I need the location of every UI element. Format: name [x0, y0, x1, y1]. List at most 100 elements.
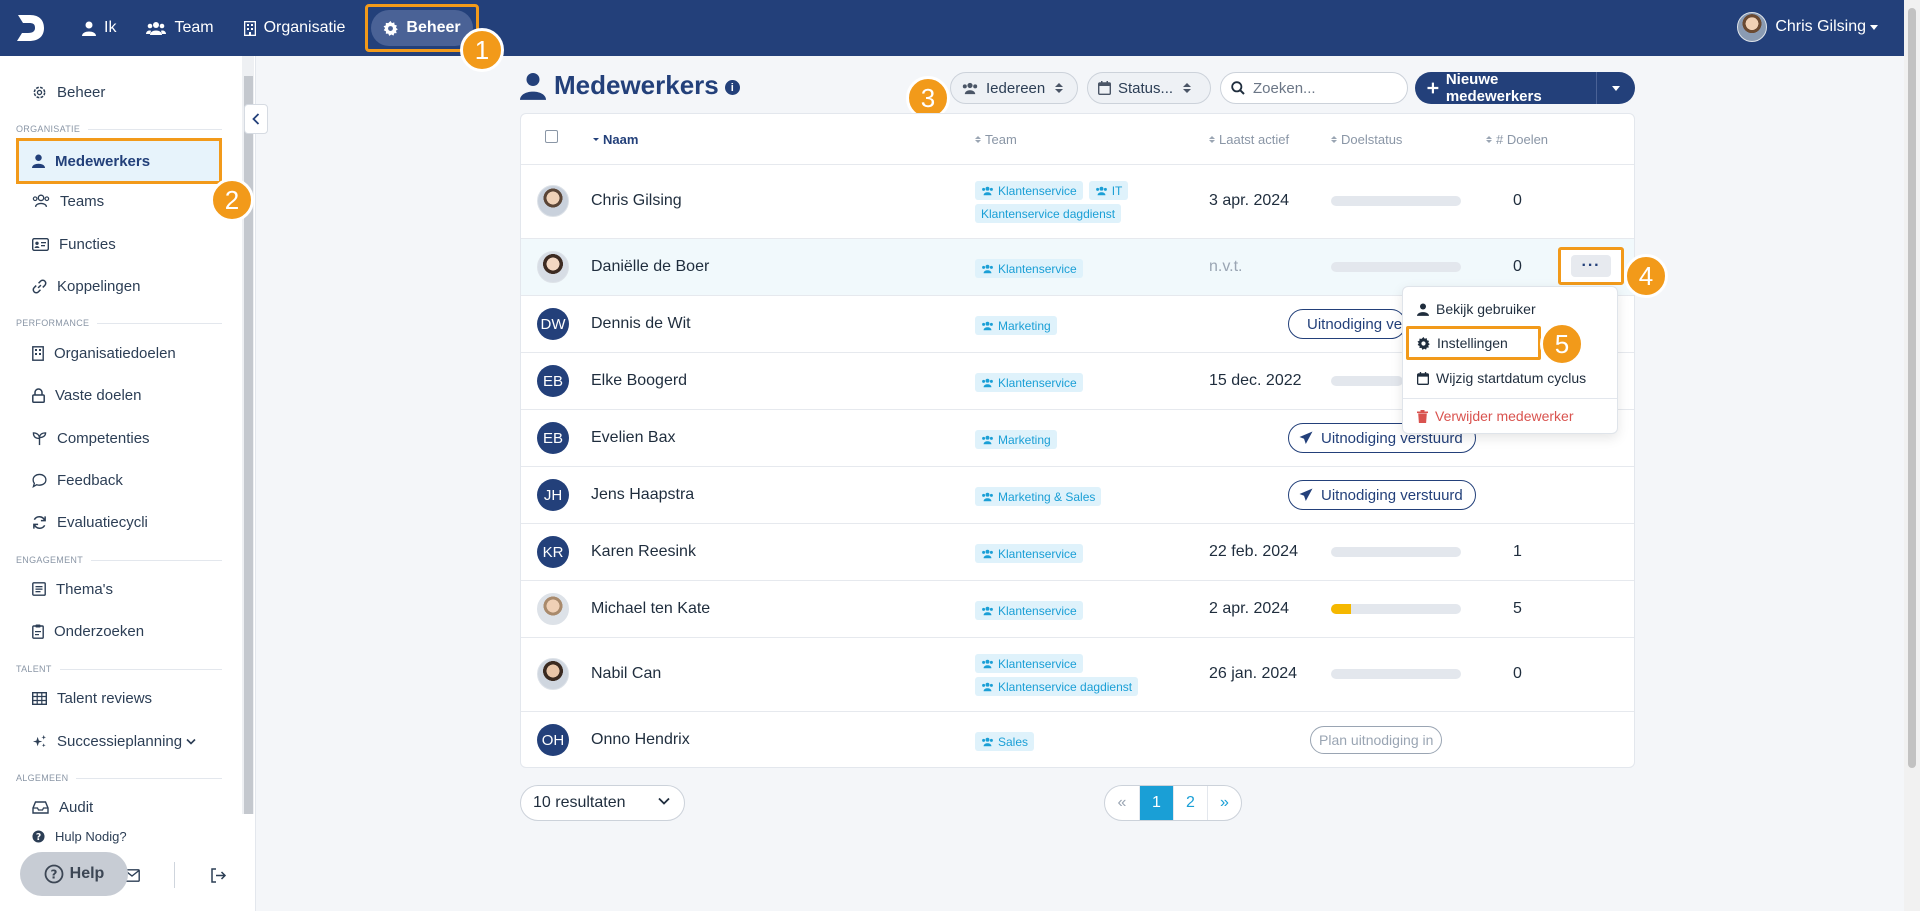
pagination-page-1[interactable]: 1	[1139, 786, 1173, 820]
team-tag-label: Klantenservice	[998, 261, 1077, 276]
table-row[interactable]: Chris Gilsing Klantenservice IT Klantens…	[521, 164, 1634, 238]
filter-status-select[interactable]: Status...	[1087, 72, 1211, 104]
sidebar-item-label: Competenties	[57, 429, 150, 447]
employee-name[interactable]: Elke Boogerd	[591, 372, 687, 390]
column-header-laatst-actief[interactable]: Laatst actief	[1209, 132, 1289, 147]
pagination-prev[interactable]: «	[1105, 786, 1139, 820]
select-all-checkbox[interactable]	[545, 130, 558, 143]
pagination: « 1 2 »	[1104, 785, 1242, 821]
sidebar-item-organisatiedoelen[interactable]: Organisatiedoelen	[16, 333, 222, 373]
nav-beheer[interactable]: Beheer	[371, 10, 473, 46]
employee-avatar	[537, 185, 569, 217]
team-tag: Klantenservice	[975, 181, 1083, 200]
sidebar-scrollbar[interactable]	[242, 56, 254, 814]
last-active: 3 apr. 2024	[1209, 192, 1290, 209]
sidebar-item-feedback[interactable]: Feedback	[16, 460, 222, 500]
sidebar-collapse-button[interactable]	[244, 104, 268, 134]
column-header-naam[interactable]: Naam	[593, 132, 638, 147]
team-tags: Klantenservice IT Klantenservice dagdien…	[975, 181, 1175, 223]
menu-item-change-start-date[interactable]: Wijzig startdatum cyclus	[1417, 366, 1586, 390]
table-row[interactable]: JH Jens Haapstra Marketing & Sales Uitno…	[521, 466, 1634, 523]
sidebar-item-themas[interactable]: Thema's	[16, 569, 222, 609]
sidebar-item-successieplanning[interactable]: Successieplanning	[16, 721, 222, 761]
user-menu[interactable]: Chris Gilsing	[1737, 12, 1878, 42]
sidebar-item-audit[interactable]: Audit	[16, 787, 222, 827]
users-icon	[982, 549, 993, 558]
page-scrollbar[interactable]	[1904, 0, 1920, 911]
users-icon	[982, 682, 993, 691]
menu-item-label: Bekijk gebruiker	[1436, 301, 1536, 317]
pagination-next[interactable]: »	[1207, 786, 1241, 820]
seedling-icon	[32, 431, 47, 445]
logout-icon[interactable]	[210, 868, 227, 883]
calendar-icon	[1098, 81, 1111, 95]
new-employee-button[interactable]: Nieuwe medewerkers	[1415, 71, 1597, 105]
sidebar-item-beheer[interactable]: Beheer	[16, 72, 222, 112]
employee-name[interactable]: Michael ten Kate	[591, 600, 710, 618]
sidebar-item-onderzoeken[interactable]: Onderzoeken	[16, 611, 222, 651]
help-button[interactable]: ? Help	[20, 852, 128, 896]
employee-avatar	[537, 593, 569, 625]
menu-item-delete-employee[interactable]: Verwijder medewerker	[1417, 404, 1574, 428]
invite-sent-badge: Uitnodiging verstuurd	[1288, 480, 1476, 510]
sidebar-item-label: Talent reviews	[57, 689, 153, 707]
table-row[interactable]: Nabil Can Klantenservice Klantenservice …	[521, 637, 1634, 711]
nav-team[interactable]: Team	[134, 10, 225, 46]
page-title-text: Medewerkers	[554, 70, 719, 100]
team-tag: Marketing	[975, 430, 1057, 449]
sidebar-hulp-link[interactable]: ? Hulp Nodig?	[16, 823, 222, 849]
employee-name[interactable]: Evelien Bax	[591, 429, 676, 447]
search-input[interactable]	[1253, 79, 1403, 97]
info-icon[interactable]: i	[724, 80, 740, 95]
row-actions-button[interactable]: ···	[1558, 247, 1624, 285]
new-employee-dropdown-toggle[interactable]	[1597, 85, 1635, 91]
app-logo[interactable]	[14, 12, 46, 44]
step-badge-1: 1	[460, 28, 504, 72]
menu-item-view-user[interactable]: Bekijk gebruiker	[1417, 297, 1536, 321]
sidebar-item-talent-reviews[interactable]: Talent reviews	[16, 678, 222, 718]
sidebar-item-label: Evaluatiecycli	[57, 513, 148, 531]
sidebar-item-label: Feedback	[57, 471, 123, 489]
table-row[interactable]: OH Onno Hendrix Sales Plan uitnodiging i…	[521, 711, 1634, 767]
page-scrollbar-thumb[interactable]	[1908, 8, 1916, 768]
filter-who-select[interactable]: Iedereen	[950, 72, 1078, 104]
results-per-page-select[interactable]: 10 resultaten	[520, 785, 685, 821]
menu-item-settings[interactable]: Instellingen	[1406, 326, 1541, 360]
employee-avatar: KR	[537, 536, 569, 568]
sort-icon	[975, 136, 981, 143]
sidebar-item-functies[interactable]: Functies	[16, 224, 222, 264]
column-header-label: # Doelen	[1496, 132, 1549, 147]
sidebar-item-vaste-doelen[interactable]: Vaste doelen	[16, 375, 222, 415]
sidebar-item-medewerkers[interactable]: Medewerkers	[16, 138, 222, 184]
sidebar-item-koppelingen[interactable]: Koppelingen	[16, 266, 222, 306]
sidebar-item-label: Teams	[60, 192, 105, 210]
column-header-team[interactable]: Team	[975, 132, 1017, 147]
sidebar-item-label: Audit	[59, 798, 94, 816]
employee-name[interactable]: Onno Hendrix	[591, 731, 690, 749]
sidebar-item-teams[interactable]: Teams	[16, 181, 222, 221]
employee-name[interactable]: Nabil Can	[591, 665, 661, 683]
chevron-down-icon	[658, 797, 670, 805]
table-row[interactable]: Michael ten Kate Klantenservice 2 apr. 2…	[521, 580, 1634, 637]
table-row[interactable]: KR Karen Reesink Klantenservice 22 feb. …	[521, 523, 1634, 580]
nav-ik[interactable]: Ik	[70, 10, 128, 46]
paper-plane-icon	[1299, 488, 1313, 501]
employee-name[interactable]: Karen Reesink	[591, 543, 696, 561]
employee-name[interactable]: Dennis de Wit	[591, 315, 691, 333]
filter-status-value: Status...	[1118, 79, 1174, 97]
sidebar-item-competenties[interactable]: Competenties	[16, 418, 222, 458]
employee-name[interactable]: Daniëlle de Boer	[591, 258, 709, 276]
nav-organisatie[interactable]: Organisatie	[232, 10, 358, 46]
employee-name[interactable]: Chris Gilsing	[591, 192, 682, 210]
pagination-page-2[interactable]: 2	[1173, 786, 1207, 820]
plus-icon	[1427, 82, 1439, 94]
plan-invite-button[interactable]: Plan uitnodiging in	[1310, 726, 1443, 754]
goal-progress-bar	[1331, 196, 1461, 206]
column-header-doelen[interactable]: # Doelen	[1486, 132, 1548, 147]
menu-divider	[1403, 398, 1617, 399]
column-header-doelstatus[interactable]: Doelstatus	[1331, 132, 1402, 147]
team-tags: Sales	[975, 732, 1175, 751]
sidebar-item-evaluatiecycli[interactable]: Evaluatiecycli	[16, 502, 222, 542]
nav-beheer-label: Beheer	[406, 19, 461, 36]
employee-name[interactable]: Jens Haapstra	[591, 486, 694, 504]
